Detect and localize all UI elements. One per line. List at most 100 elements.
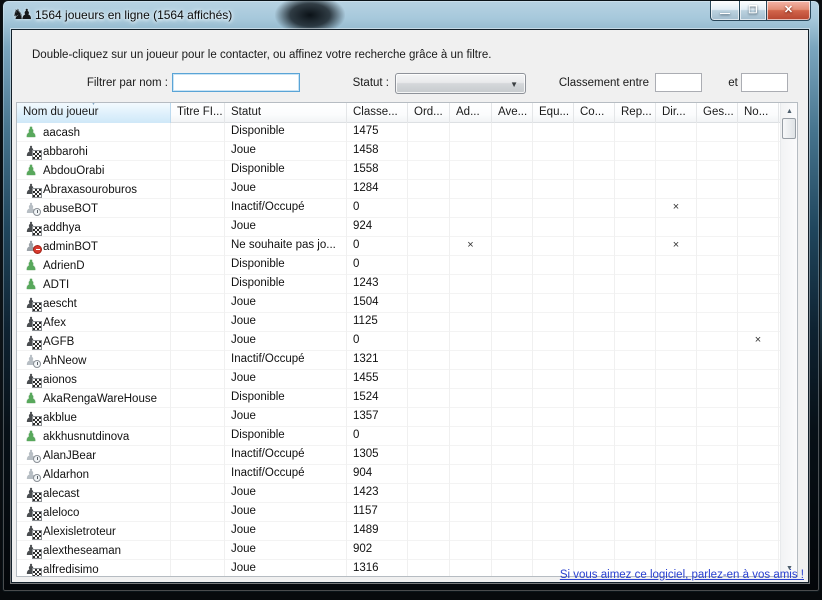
close-button[interactable]: ✕ bbox=[767, 1, 811, 21]
player-flag-cell bbox=[492, 465, 533, 484]
table-row[interactable]: ♟abbarohiJoue1458 bbox=[17, 142, 780, 161]
table-row[interactable]: ♟aeschtJoue1504 bbox=[17, 294, 780, 313]
player-title-cell bbox=[171, 370, 225, 389]
checker-badge-icon bbox=[33, 512, 41, 520]
table-row[interactable]: ♟AlanJBearInactif/Occupé1305 bbox=[17, 446, 780, 465]
table-row[interactable]: ♟AlexisletroteurJoue1489 bbox=[17, 522, 780, 541]
player-flag-cell bbox=[533, 237, 574, 256]
column-header-ave[interactable]: Ave... bbox=[492, 103, 533, 123]
share-link[interactable]: Si vous aimez ce logiciel, parlez-en à v… bbox=[560, 569, 804, 581]
player-name: addhya bbox=[43, 222, 81, 234]
table-row[interactable]: ♟abuseBOTInactif/Occupé0× bbox=[17, 199, 780, 218]
minimize-button[interactable]: — bbox=[710, 1, 739, 21]
table-row[interactable]: ♟alecastJoue1423 bbox=[17, 484, 780, 503]
player-title-cell bbox=[171, 256, 225, 275]
player-flag-cell bbox=[408, 446, 450, 465]
player-flag-cell bbox=[408, 560, 450, 576]
table-row[interactable]: ♟AdrienDDisponible0 bbox=[17, 256, 780, 275]
column-header-ord[interactable]: Ord... bbox=[408, 103, 450, 123]
player-name: AkaRengaWareHouse bbox=[43, 393, 157, 405]
player-flag-cell bbox=[408, 199, 450, 218]
player-flag-cell bbox=[697, 351, 738, 370]
table-row[interactable]: ♟alextheseamanJoue902 bbox=[17, 541, 780, 560]
column-header-ad[interactable]: Ad... bbox=[450, 103, 492, 123]
player-flag-cell bbox=[615, 484, 656, 503]
player-status-cell: Disponible bbox=[225, 161, 347, 180]
status-playing-icon: ♟ bbox=[23, 562, 39, 577]
player-flag-cell bbox=[492, 332, 533, 351]
column-header-equ[interactable]: Equ... bbox=[533, 103, 574, 123]
table-row[interactable]: ♟AGFBJoue0× bbox=[17, 332, 780, 351]
filter-name-label: Filtrer par nom : bbox=[32, 77, 168, 89]
player-status-cell: Disponible bbox=[225, 427, 347, 446]
column-header-ges[interactable]: Ges... bbox=[697, 103, 738, 123]
table-row[interactable]: ♟adminBOTNe souhaite pas jo...0×× bbox=[17, 237, 780, 256]
player-flag-cell bbox=[615, 123, 656, 142]
status-playing-icon: ♟ bbox=[23, 505, 39, 521]
status-dropdown[interactable]: ▼ bbox=[395, 73, 526, 94]
players-table: ▼Nom du joueurTitre FI... Statut Classe...… bbox=[16, 102, 798, 577]
table-row[interactable]: ♟AhNeowInactif/Occupé1321 bbox=[17, 351, 780, 370]
table-body: ♟aacashDisponible1475♟abbarohiJoue1458♟A… bbox=[17, 123, 780, 576]
table-row[interactable]: ♟aionosJoue1455 bbox=[17, 370, 780, 389]
player-flag-cell bbox=[656, 446, 697, 465]
column-header-rep[interactable]: Rep... bbox=[615, 103, 656, 123]
player-title-cell bbox=[171, 389, 225, 408]
checker-badge-icon bbox=[33, 303, 41, 311]
player-flag-cell bbox=[656, 522, 697, 541]
titlebar[interactable]: ♞♟ 1564 joueurs en ligne (1564 affichés)… bbox=[3, 1, 819, 29]
and-label: et bbox=[725, 77, 741, 89]
table-row[interactable]: ♟AldarhonInactif/Occupé904 bbox=[17, 465, 780, 484]
player-flag-cell bbox=[533, 256, 574, 275]
table-row[interactable]: ♟AkaRengaWareHouseDisponible1524 bbox=[17, 389, 780, 408]
player-title-cell bbox=[171, 427, 225, 446]
column-header-classe[interactable]: Classe... bbox=[347, 103, 408, 123]
player-flag-cell bbox=[533, 389, 574, 408]
table-row[interactable]: ♟akkhusnutdinovaDisponible0 bbox=[17, 427, 780, 446]
player-status-cell: Joue bbox=[225, 313, 347, 332]
scrollbar-thumb[interactable] bbox=[782, 118, 796, 139]
column-header-label: Statut bbox=[231, 106, 261, 118]
table-row[interactable]: ♟alelocoJoue1157 bbox=[17, 503, 780, 522]
player-flag-cell bbox=[738, 465, 779, 484]
player-flag-cell bbox=[574, 180, 615, 199]
column-header-dir[interactable]: Dir... bbox=[656, 103, 697, 123]
player-rating-cell: 1475 bbox=[347, 123, 408, 142]
status-inactive-icon: ♟ bbox=[23, 448, 39, 464]
player-flag-cell bbox=[738, 541, 779, 560]
player-title-cell bbox=[171, 522, 225, 541]
rating-min-input[interactable] bbox=[655, 73, 702, 92]
scroll-up-button[interactable]: ▲ bbox=[781, 103, 798, 119]
table-row[interactable]: ♟aacashDisponible1475 bbox=[17, 123, 780, 142]
name-filter-input[interactable] bbox=[172, 73, 300, 92]
player-flag-cell bbox=[533, 503, 574, 522]
column-header-nom-du-joueur[interactable]: ▼Nom du joueur bbox=[17, 103, 171, 123]
player-flag-cell bbox=[574, 256, 615, 275]
player-flag-cell bbox=[492, 180, 533, 199]
column-header-titre-fi[interactable]: Titre FI... bbox=[171, 103, 225, 123]
player-flag-cell bbox=[738, 522, 779, 541]
table-row[interactable]: ♟AfexJoue1125 bbox=[17, 313, 780, 332]
player-flag-cell bbox=[615, 237, 656, 256]
player-flag-cell bbox=[492, 484, 533, 503]
player-flag-cell bbox=[492, 389, 533, 408]
rating-max-input[interactable] bbox=[741, 73, 788, 92]
vertical-scrollbar[interactable]: ▲ ▼ bbox=[780, 103, 797, 576]
column-header-co[interactable]: Co... bbox=[574, 103, 615, 123]
player-flag-cell bbox=[408, 503, 450, 522]
maximize-button[interactable]: ❐ bbox=[739, 1, 767, 21]
player-flag-cell bbox=[697, 218, 738, 237]
player-flag-cell bbox=[574, 503, 615, 522]
table-row[interactable]: ♟ADTIDisponible1243 bbox=[17, 275, 780, 294]
table-row[interactable]: ♟addhyaJoue924 bbox=[17, 218, 780, 237]
table-row[interactable]: ♟AbdouOrabiDisponible1558 bbox=[17, 161, 780, 180]
table-row[interactable]: ♟AbraxasouroburosJoue1284 bbox=[17, 180, 780, 199]
player-flag-cell bbox=[574, 161, 615, 180]
player-name: AhNeow bbox=[43, 355, 86, 367]
column-header-no[interactable]: No... bbox=[738, 103, 779, 123]
table-row[interactable]: ♟akblueJoue1357 bbox=[17, 408, 780, 427]
column-header-statut[interactable]: Statut bbox=[225, 103, 347, 123]
player-flag-cell bbox=[492, 218, 533, 237]
player-flag-cell bbox=[450, 503, 492, 522]
checker-badge-icon bbox=[33, 569, 41, 577]
